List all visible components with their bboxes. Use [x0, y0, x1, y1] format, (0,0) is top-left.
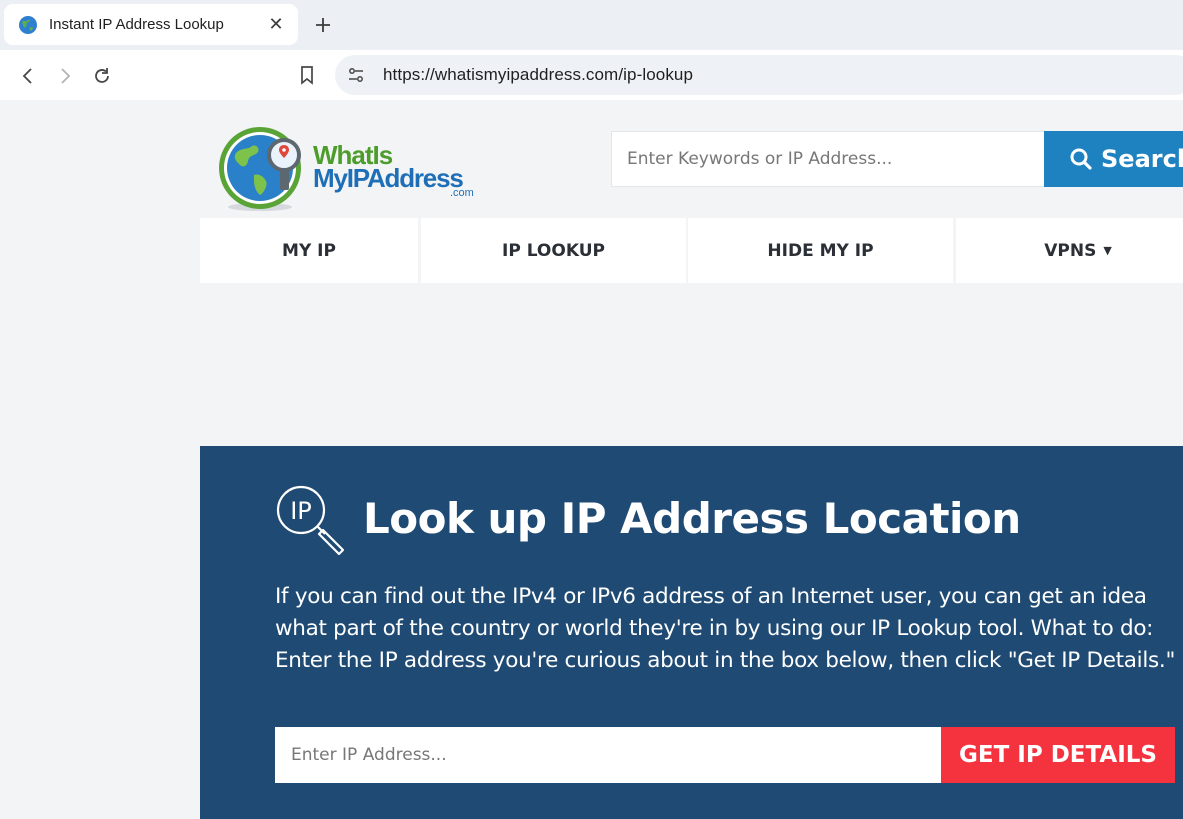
nav-item-hide-my-ip[interactable]: HIDE MY IP [688, 218, 953, 283]
tab-strip: Instant IP Address Lookup ✕ [0, 0, 1183, 50]
globe-icon [19, 15, 37, 34]
ip-magnifier-icon: IP [276, 485, 345, 556]
page-title: Look up IP Address Location [363, 494, 1021, 543]
caret-down-icon: ▼ [1103, 244, 1112, 257]
browser-tab[interactable]: Instant IP Address Lookup ✕ [4, 4, 298, 45]
main-nav: MY IP IP LOOKUP HIDE MY IP VPNS ▼ [200, 218, 1183, 283]
url-text[interactable]: https://whatismyipaddress.com/ip-lookup [383, 65, 693, 85]
site-logo[interactable]: WhatIs MyIPAddress .com [218, 123, 480, 213]
nav-item-my-ip[interactable]: MY IP [200, 218, 418, 283]
address-bar[interactable]: https://whatismyipaddress.com/ip-lookup [335, 55, 1183, 95]
bookmark-icon[interactable] [295, 63, 319, 87]
plus-icon[interactable] [311, 13, 335, 37]
site-search-input[interactable] [611, 131, 1044, 187]
browser-toolbar: https://whatismyipaddress.com/ip-lookup [0, 50, 1183, 100]
ip-icon-text: IP [290, 497, 312, 525]
hero-description: If you can find out the IPv4 or IPv6 add… [275, 584, 1176, 673]
logo-text-line2: MyIPAddress [313, 163, 464, 193]
site-search-button[interactable]: Search [1044, 131, 1183, 187]
globe-magnifier-logo-icon [219, 127, 301, 211]
close-icon[interactable]: ✕ [266, 14, 286, 35]
search-button-label: Search [1101, 145, 1183, 173]
nav-item-vpns[interactable]: VPNS ▼ [956, 218, 1183, 283]
tab-title: Instant IP Address Lookup [49, 16, 224, 33]
nav-item-ip-lookup[interactable]: IP LOOKUP [421, 218, 686, 283]
back-arrow-icon[interactable] [16, 64, 40, 88]
ip-address-input[interactable] [275, 727, 941, 783]
nav-item-label: MY IP [282, 240, 336, 261]
forward-arrow-icon[interactable] [53, 64, 77, 88]
nav-item-label: HIDE MY IP [767, 240, 874, 261]
logo-text-suffix: .com [450, 187, 474, 199]
get-ip-details-button[interactable]: GET IP DETAILS [941, 727, 1175, 783]
ip-lookup-hero: IP Look up IP Address Location If you ca… [200, 446, 1183, 819]
nav-item-label: IP LOOKUP [502, 240, 605, 261]
site-info-icon[interactable] [345, 64, 367, 86]
search-icon [1070, 148, 1092, 170]
nav-item-label: VPNS [1044, 240, 1097, 261]
reload-icon[interactable] [90, 64, 114, 88]
